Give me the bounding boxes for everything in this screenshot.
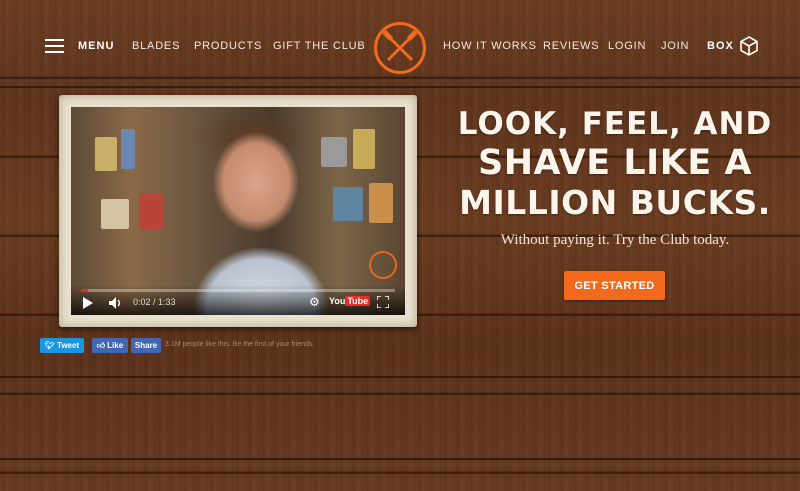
- volume-icon[interactable]: [109, 297, 123, 309]
- box-button[interactable]: BOX: [707, 40, 734, 52]
- video-thumbnail: [71, 107, 405, 315]
- shelf-item: [95, 137, 117, 171]
- nav-link-blades[interactable]: BLADES: [132, 40, 180, 52]
- wood-plank-divider: [0, 458, 800, 460]
- hero-subhead: Without paying it. Try the Club today.: [500, 232, 730, 248]
- shelf-item: [121, 129, 135, 169]
- twitter-bird-icon: 🐦︎: [44, 341, 56, 350]
- facebook-like-count-text: 3.1M people like this. Be the first of y…: [165, 341, 315, 348]
- play-icon[interactable]: [83, 297, 93, 309]
- crossed-razors-logo-icon: [382, 30, 418, 62]
- headline-line-1: LOOK, FEEL, AND: [457, 106, 773, 142]
- youtube-logo-tube: Tube: [345, 296, 371, 306]
- video-progress-bar[interactable]: [81, 289, 395, 292]
- video-controls: 0:02 / 1:33 ⚙ You Tube: [71, 285, 405, 315]
- tweet-label: Tweet: [57, 341, 80, 350]
- video-progress-fill: [81, 289, 88, 292]
- shelf-item: [139, 193, 163, 229]
- box-cube-icon[interactable]: [740, 36, 758, 56]
- nav-link-login[interactable]: LOGIN: [608, 40, 646, 52]
- dollar-shave-club-logo[interactable]: [374, 22, 426, 74]
- nav-link-products[interactable]: PRODUCTS: [194, 40, 262, 52]
- video-photo-frame: 0:02 / 1:33 ⚙ You Tube: [59, 95, 417, 327]
- nav-link-join[interactable]: JOIN: [661, 40, 689, 52]
- facebook-share-button[interactable]: Share: [131, 338, 161, 353]
- nav-link-gift-the-club[interactable]: GIFT THE CLUB: [273, 40, 366, 52]
- fullscreen-icon[interactable]: [377, 296, 389, 308]
- hero-headline: LOOK, FEEL, AND SHAVE LIKE A MILLION BUC…: [440, 105, 790, 223]
- youtube-logo[interactable]: You Tube: [329, 296, 371, 306]
- nav-link-how-it-works[interactable]: HOW IT WORKS: [443, 40, 537, 52]
- wood-plank-divider: [0, 376, 800, 378]
- shelf-item: [333, 187, 363, 221]
- menu-button[interactable]: MENU: [78, 40, 114, 52]
- shelf-item: [369, 183, 393, 223]
- video-watermark-logo: [369, 251, 397, 279]
- like-label: Like: [107, 341, 124, 350]
- tweet-button[interactable]: 🐦︎ Tweet: [40, 338, 84, 353]
- get-started-button[interactable]: GET STARTED: [564, 271, 665, 300]
- video-player[interactable]: 0:02 / 1:33 ⚙ You Tube: [71, 107, 405, 315]
- settings-gear-icon[interactable]: ⚙: [309, 295, 320, 309]
- headline-line-2: SHAVE LIKE A: [477, 143, 753, 183]
- video-time-display: 0:02 / 1:33: [133, 297, 176, 307]
- youtube-logo-you: You: [329, 296, 346, 306]
- nav-link-reviews[interactable]: REVIEWS: [543, 40, 599, 52]
- hamburger-menu-icon[interactable]: [45, 39, 64, 53]
- headline-line-3: MILLION BUCKS.: [459, 183, 771, 222]
- shelf-item: [353, 129, 375, 169]
- top-navigation: MENU BLADES PRODUCTS GIFT THE CLUB HOW I…: [0, 0, 800, 92]
- shelf-item: [101, 199, 129, 229]
- shelf-item: [321, 137, 347, 167]
- facebook-like-button[interactable]: 👍︎ Like: [92, 338, 128, 353]
- thumbs-up-icon: 👍︎: [96, 340, 106, 350]
